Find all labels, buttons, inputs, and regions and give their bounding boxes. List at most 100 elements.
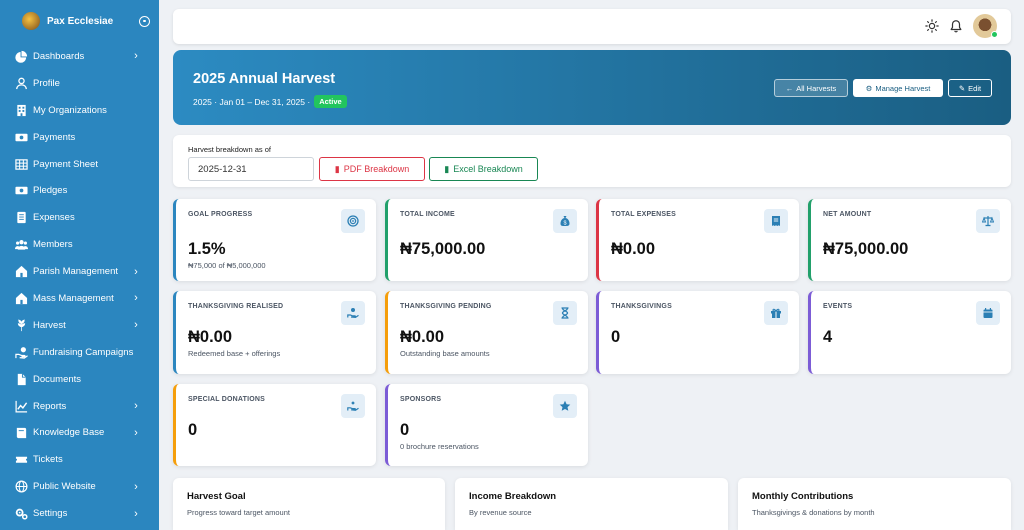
stat-card-net-amount: NET AMOUNT ₦75,000.00 — [808, 199, 1011, 281]
theme-toggle-icon[interactable] — [925, 19, 939, 33]
chevron-right-icon[interactable]: › — [129, 319, 143, 331]
stat-card-value: ₦75,000.00 — [823, 240, 909, 258]
excel-breakdown-label: Excel Breakdown — [453, 164, 523, 174]
stat-card-label: THANKSGIVING PENDING — [400, 303, 492, 310]
sidebar-item-dashboards[interactable]: Dashboards › — [0, 43, 159, 70]
sidebar-item-label: Payment Sheet — [33, 158, 98, 170]
stat-card-label: SPONSORS — [400, 396, 442, 403]
manage-harvest-button[interactable]: ⚙ Manage Harvest — [853, 79, 943, 97]
brand[interactable]: Pax Ecclesiae — [22, 11, 150, 31]
pie-chart-icon — [14, 49, 28, 63]
chevron-right-icon[interactable]: › — [129, 427, 143, 439]
pdf-breakdown-button[interactable]: ▮ PDF Breakdown — [319, 157, 425, 181]
breakdown-date-input[interactable] — [188, 157, 314, 181]
sidebar-item-pledges[interactable]: Pledges — [0, 177, 159, 204]
panel-subtitle: By revenue source — [469, 508, 532, 517]
sidebar-item-expenses[interactable]: Expenses — [0, 204, 159, 231]
stat-card-label: THANKSGIVING REALISED — [188, 303, 284, 310]
harvest-period-text: 2025 · Jan 01 – Dec 31, 2025 · — [193, 96, 311, 107]
stat-card-value: 1.5% — [188, 240, 226, 258]
all-harvests-button[interactable]: ← All Harvests — [774, 79, 848, 97]
sidebar-item-documents[interactable]: Documents — [0, 366, 159, 393]
hand-user-icon — [341, 301, 365, 325]
sidebar-item-label: Fundraising Campaigns — [33, 346, 134, 358]
stat-card-subtext: Redeemed base + offerings — [188, 349, 281, 358]
sidebar-item-label: Profile — [33, 77, 60, 89]
stat-card-sponsors: SPONSORS 0 0 brochure reservations — [385, 384, 588, 466]
panel-subtitle: Progress toward target amount — [187, 508, 290, 517]
sidebar-item-label: Reports — [33, 400, 67, 412]
sidebar-item-payment-sheet[interactable]: Payment Sheet — [0, 151, 159, 178]
chevron-right-icon[interactable]: › — [129, 266, 143, 278]
sidebar-item-label: Harvest — [33, 319, 66, 331]
chevron-right-icon[interactable]: › — [129, 292, 143, 304]
edit-button[interactable]: ✎ Edit — [948, 79, 992, 97]
stat-card-subtext: 0 brochure reservations — [400, 442, 479, 451]
breakdown-date-label: Harvest breakdown as of — [188, 145, 271, 154]
sidebar-item-label: Members — [33, 239, 73, 251]
sidebar-toggle-icon[interactable] — [139, 15, 150, 27]
sidebar-item-mass-management[interactable]: Mass Management › — [0, 285, 159, 312]
stat-card-value: 0 — [188, 421, 198, 439]
sidebar-item-fundraising-campaigns[interactable]: Fundraising Campaigns — [0, 339, 159, 366]
sidebar-item-reports[interactable]: Reports › — [0, 393, 159, 420]
chevron-right-icon[interactable]: › — [129, 508, 143, 520]
sidebar-item-knowledge-base[interactable]: Knowledge Base › — [0, 419, 159, 446]
bell-icon[interactable] — [949, 19, 963, 33]
sidebar-item-members[interactable]: Members — [0, 231, 159, 258]
target-icon — [341, 209, 365, 233]
edit-icon: ✎ — [958, 83, 966, 93]
gears-icon — [14, 507, 28, 521]
pdf-breakdown-label: PDF Breakdown — [343, 164, 410, 174]
sidebar-item-profile[interactable]: Profile — [0, 70, 159, 97]
sidebar-item-parish-management[interactable]: Parish Management › — [0, 258, 159, 285]
sidebar-item-label: My Organizations — [33, 104, 107, 116]
stat-card-value: 0 — [400, 421, 410, 439]
harvest-icon — [14, 318, 28, 332]
sidebar-item-label: Payments — [33, 131, 76, 143]
harvest-header: 2025 Annual Harvest 2025 · Jan 01 – Dec … — [173, 50, 1011, 125]
sidebar-item-payments[interactable]: Payments — [0, 124, 159, 151]
sidebar-nav: Dashboards › Profile My Organizations Paymen… — [0, 43, 159, 527]
building-icon — [14, 103, 28, 117]
panel-title: Income Breakdown — [469, 491, 557, 502]
page-title: 2025 Annual Harvest — [193, 71, 336, 87]
table-icon — [14, 157, 28, 171]
topbar — [173, 9, 1011, 44]
sidebar-item-label: Expenses — [33, 212, 75, 224]
stat-card-thanksgiving-realised: THANKSGIVING REALISED ₦0.00 Redeemed base … — [173, 291, 376, 374]
sidebar-item-label: Parish Management — [33, 266, 119, 278]
sidebar-item-label: Public Website — [33, 481, 96, 493]
user-avatar[interactable] — [973, 14, 998, 38]
sidebar: Pax Ecclesiae Dashboards › Profile My Organ… — [0, 0, 159, 530]
edit-label: Edit — [968, 83, 982, 93]
line-chart-icon — [14, 399, 28, 413]
income-breakdown-panel: Income Breakdown By revenue source — [455, 478, 728, 530]
chevron-right-icon[interactable]: › — [129, 50, 143, 62]
breakdown-panel: Harvest breakdown as of ▮ PDF Breakdown … — [173, 135, 1011, 187]
chevron-right-icon[interactable]: › — [129, 481, 143, 493]
stat-card-value: ₦0.00 — [611, 240, 656, 258]
harvest-goal-panel: Harvest Goal Progress toward target amou… — [173, 478, 445, 530]
globe-icon — [14, 480, 28, 494]
chevron-right-icon[interactable]: › — [129, 400, 143, 412]
sidebar-item-settings[interactable]: Settings › — [0, 500, 159, 527]
church-icon — [14, 265, 28, 279]
stat-card-subtext: ₦75,000 of ₦5,000,000 — [188, 261, 266, 270]
sidebar-item-harvest[interactable]: Harvest › — [0, 312, 159, 339]
excel-breakdown-button[interactable]: ▮ Excel Breakdown — [429, 157, 538, 181]
stat-card-label: TOTAL EXPENSES — [611, 211, 677, 218]
stat-card-label: GOAL PROGRESS — [188, 211, 253, 218]
gear-icon: ⚙ — [865, 83, 873, 93]
panel-title: Monthly Contributions — [752, 491, 854, 502]
sidebar-item-public-website[interactable]: Public Website › — [0, 473, 159, 500]
gift-icon — [764, 301, 788, 325]
sidebar-item-label: Tickets — [33, 454, 63, 466]
stat-card-label: TOTAL INCOME — [400, 211, 455, 218]
user-icon — [14, 76, 28, 90]
sidebar-item-my-organizations[interactable]: My Organizations — [0, 97, 159, 124]
stat-card-total-income: TOTAL INCOME $ ₦75,000.00 — [385, 199, 588, 281]
sidebar-item-tickets[interactable]: Tickets — [0, 446, 159, 473]
stat-card-value: ₦75,000.00 — [400, 240, 486, 258]
all-harvests-label: All Harvests — [796, 83, 837, 93]
